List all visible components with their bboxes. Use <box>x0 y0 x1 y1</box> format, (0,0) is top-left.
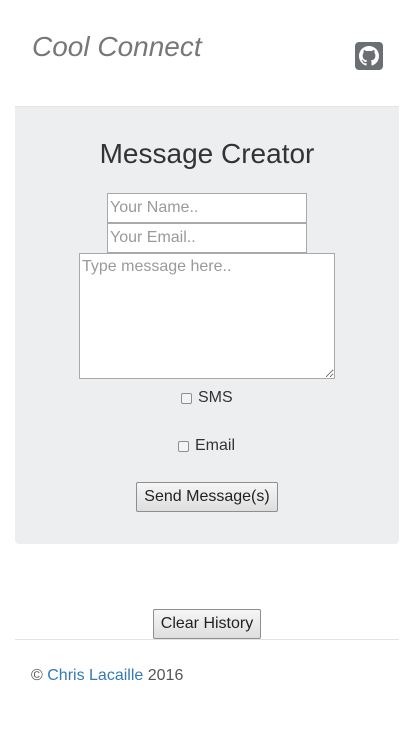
author-link[interactable]: Chris Lacaille <box>47 667 143 684</box>
clear-history-button[interactable]: Clear History <box>153 609 261 639</box>
email-label: Email <box>195 437 236 454</box>
send-messages-button[interactable]: Send Message(s) <box>136 482 278 512</box>
sms-checkbox[interactable] <box>181 392 192 404</box>
message-textarea[interactable] <box>79 253 335 379</box>
email-option[interactable]: Email <box>178 436 235 456</box>
email-input[interactable] <box>107 223 307 253</box>
panel-title: Message Creator <box>99 138 315 169</box>
github-link-button[interactable] <box>355 42 383 70</box>
copyright-symbol: © <box>31 667 43 684</box>
sms-label: SMS <box>198 389 233 406</box>
sms-option[interactable]: SMS <box>181 388 233 408</box>
github-icon <box>359 46 379 66</box>
footer-divider <box>15 639 399 640</box>
app-brand-title[interactable]: Cool Connect <box>32 31 202 63</box>
copyright-year: 2016 <box>147 667 184 684</box>
name-input[interactable] <box>107 193 307 223</box>
footer: © Chris Lacaille 2016 <box>31 666 183 686</box>
email-checkbox[interactable] <box>178 440 189 452</box>
